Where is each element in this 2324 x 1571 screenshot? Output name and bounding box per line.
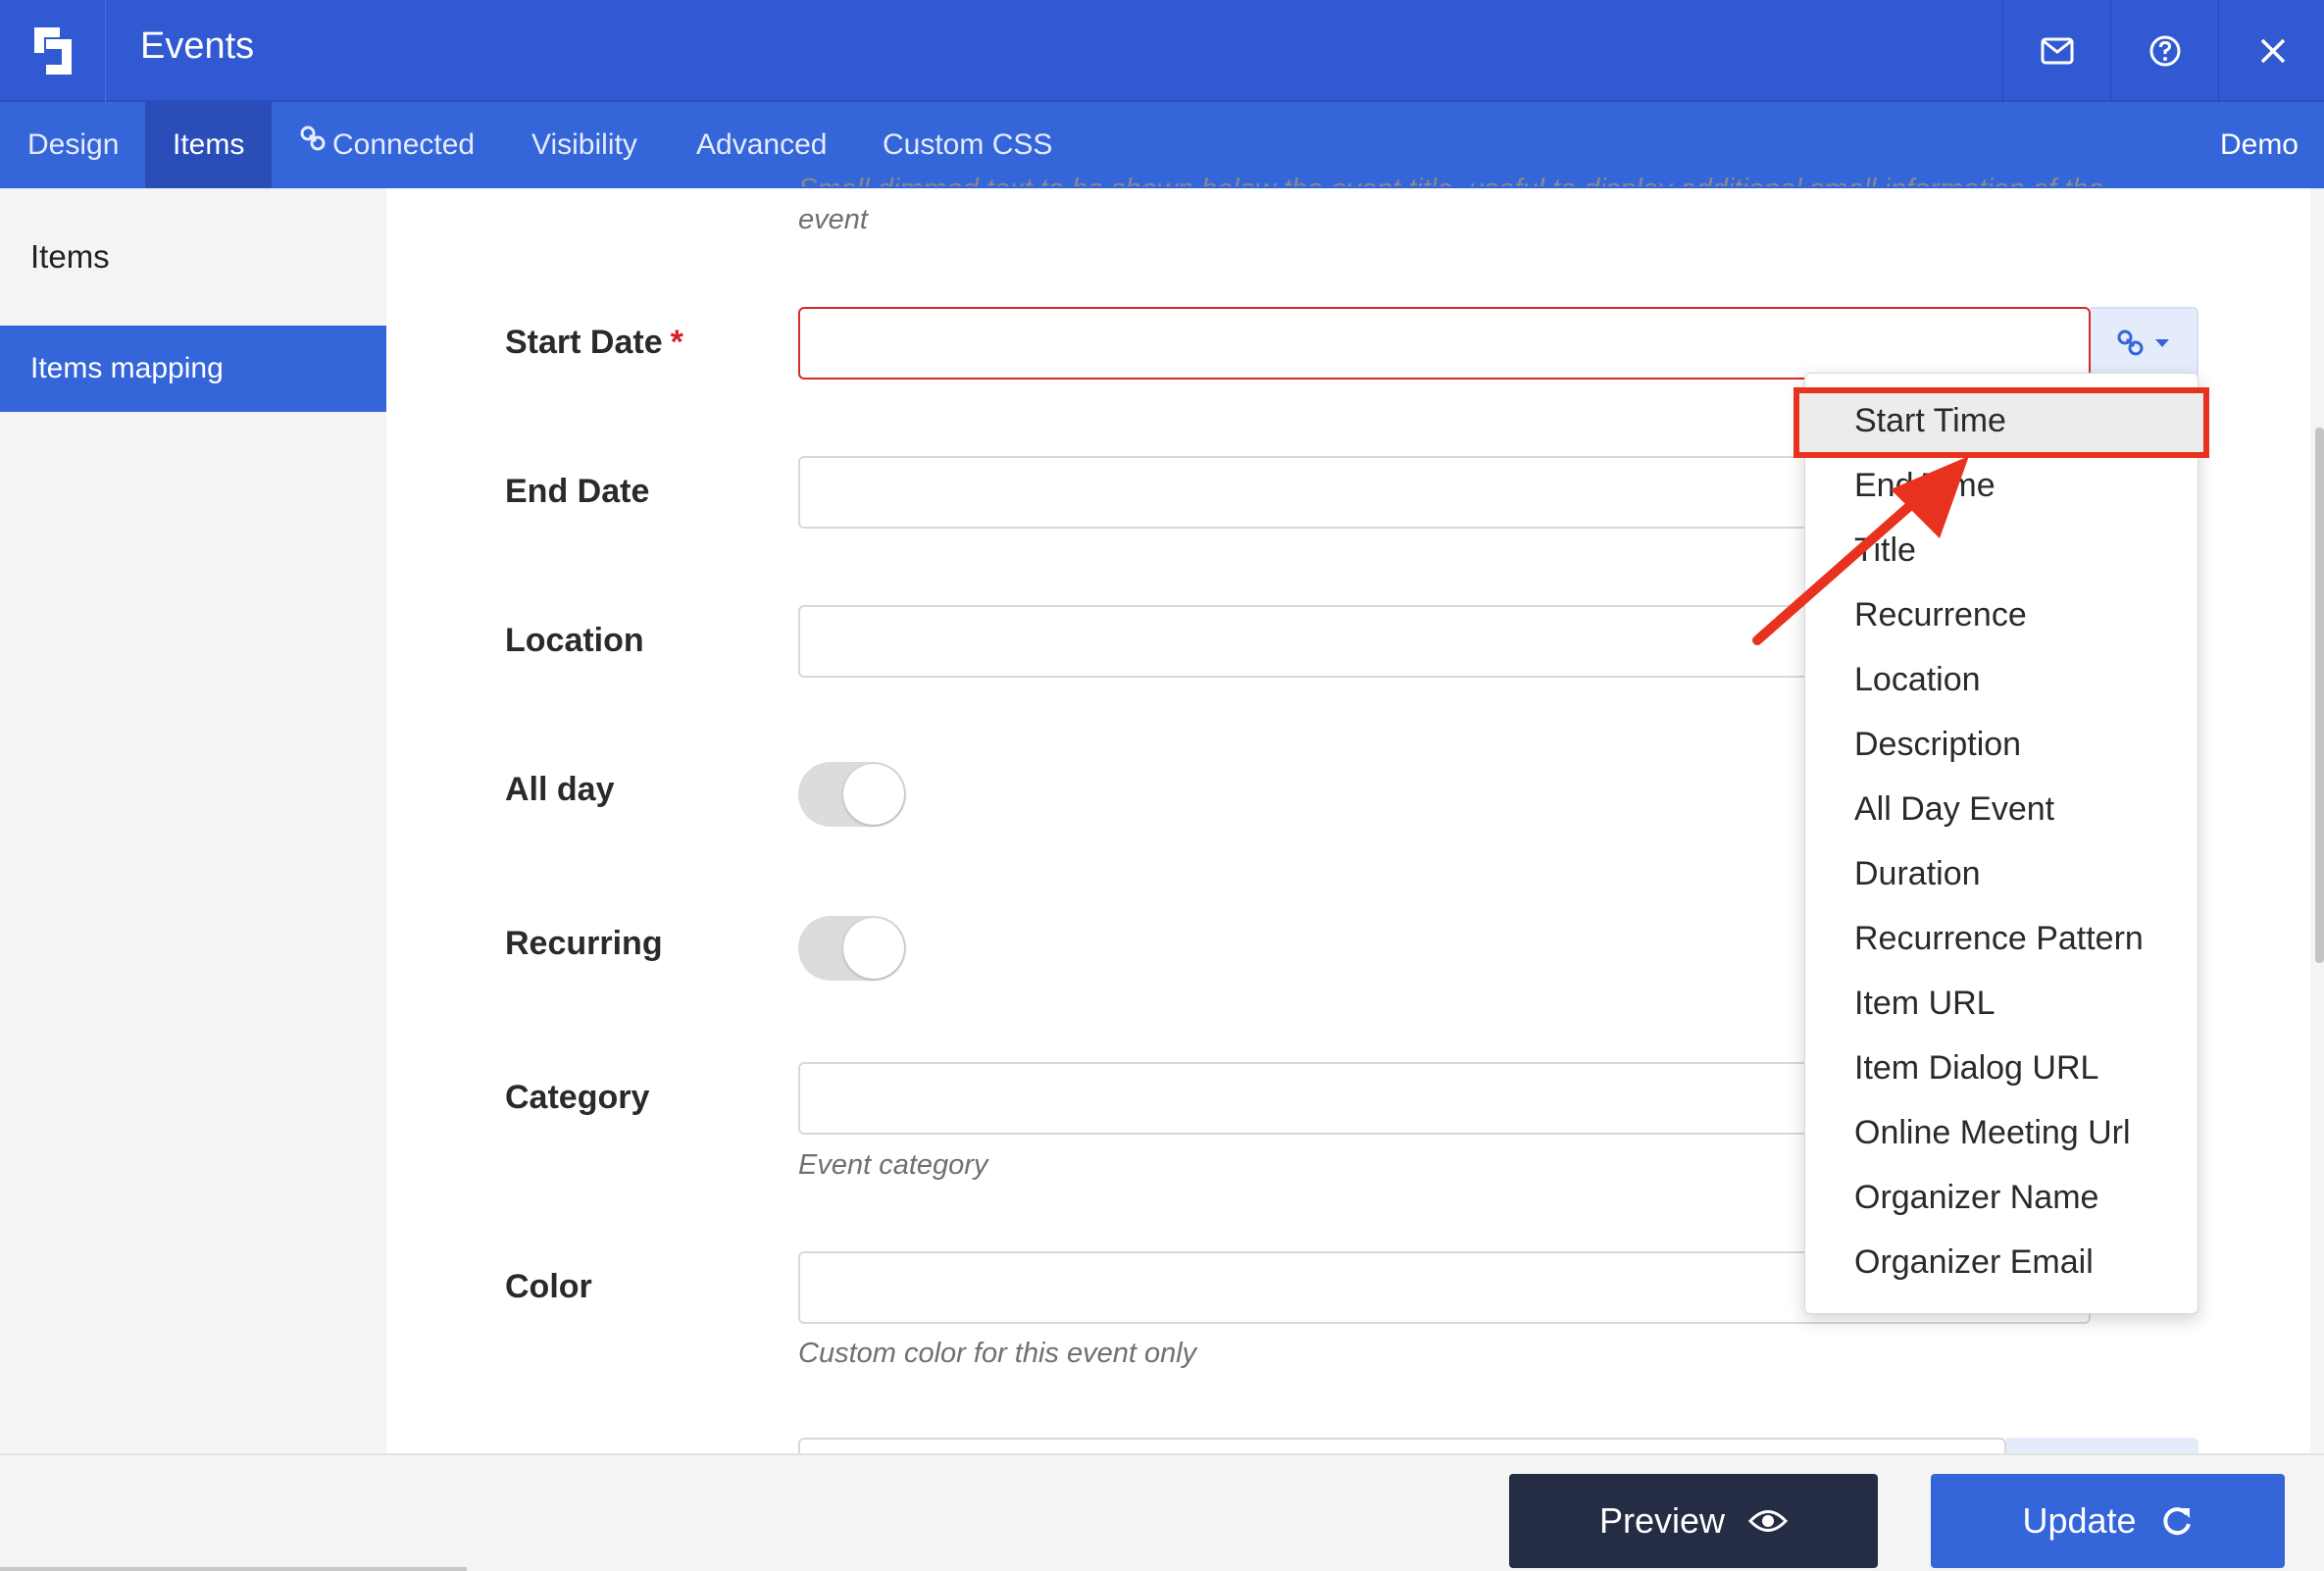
dropdown-item-start-time[interactable]: Start Time	[1854, 402, 2006, 440]
dropdown-item-item-url[interactable]: Item URL	[1854, 985, 1996, 1023]
tab-label: Advanced	[696, 128, 828, 161]
category-label: Category	[505, 1079, 650, 1116]
dropdown-item-recurrence-pattern[interactable]: Recurrence Pattern	[1854, 920, 2144, 958]
help-icon	[2149, 35, 2180, 67]
dropdown-item-item-dialog-url[interactable]: Item Dialog URL	[1854, 1049, 2098, 1088]
next-mapping-button[interactable]	[2006, 1438, 2198, 1453]
color-hint: Custom color for this event only	[798, 1338, 1197, 1369]
update-button[interactable]: Update	[1931, 1474, 2285, 1568]
caret-down-icon	[2155, 339, 2169, 347]
sidebar-item-label: Items	[30, 238, 110, 275]
dropdown-item-organizer-email[interactable]: Organizer Email	[1854, 1243, 2094, 1282]
update-button-label: Update	[2022, 1500, 2137, 1541]
link-icon	[299, 100, 327, 186]
field-hint: event	[798, 204, 868, 235]
color-label: Color	[505, 1268, 592, 1305]
dropdown-item-description[interactable]: Description	[1854, 726, 2021, 764]
tab-visibility[interactable]: Visibility	[504, 102, 665, 188]
eye-icon	[1748, 1510, 1789, 1532]
tab-label: Visibility	[531, 128, 637, 161]
tab-design[interactable]: Design	[0, 102, 146, 188]
dropdown-item-online-meeting-url[interactable]: Online Meeting Url	[1854, 1114, 2131, 1152]
title-bar: Events	[0, 0, 2324, 102]
category-hint: Event category	[798, 1149, 988, 1181]
scrollbar-thumb[interactable]	[2315, 428, 2324, 963]
tab-label: Connected	[332, 128, 476, 161]
sidebar-item-items[interactable]: Items	[0, 214, 386, 300]
preview-button-label: Preview	[1598, 1500, 1726, 1541]
demo-label[interactable]: Demo	[2220, 102, 2299, 188]
link-icon	[2117, 329, 2144, 356]
field-hint-cut: Small dimmed text to be shown below the …	[798, 165, 2103, 186]
preview-button[interactable]: Preview	[1509, 1474, 1878, 1568]
tab-label: Custom CSS	[883, 128, 1053, 161]
sidebar: Items Items mapping	[0, 188, 386, 1453]
close-button[interactable]	[2218, 0, 2324, 102]
toggle-knob	[843, 764, 904, 825]
tab-label: Design	[27, 128, 120, 161]
start-date-input[interactable]	[798, 307, 2091, 380]
sidebar-item-items-mapping[interactable]: Items mapping	[0, 326, 386, 412]
sidebar-item-label: Items mapping	[30, 352, 224, 384]
toggle-knob	[843, 918, 904, 979]
location-label: Location	[505, 622, 644, 659]
all-day-toggle[interactable]	[798, 762, 906, 827]
start-date-mapping-button[interactable]	[2091, 307, 2198, 380]
help-button[interactable]	[2110, 0, 2218, 102]
dropdown-item-duration[interactable]: Duration	[1854, 855, 1981, 893]
bottom-scroll-indicator	[0, 1567, 467, 1571]
mail-button[interactable]	[2002, 0, 2110, 102]
annotation-arrow-icon	[1752, 456, 1969, 645]
end-date-label: End Date	[505, 473, 650, 510]
close-icon	[2260, 38, 2285, 64]
refresh-icon	[2162, 1507, 2191, 1536]
app-title: Events	[140, 25, 255, 67]
dropdown-item-organizer-name[interactable]: Organizer Name	[1854, 1179, 2098, 1217]
dropdown-item-location[interactable]: Location	[1854, 661, 1981, 699]
recurring-toggle[interactable]	[798, 916, 906, 981]
recurring-label: Recurring	[505, 925, 663, 962]
next-input[interactable]	[798, 1438, 2006, 1453]
mail-icon	[2041, 37, 2073, 65]
tab-label: Items	[173, 128, 245, 161]
app-logo	[0, 0, 106, 102]
required-mark: *	[670, 324, 683, 361]
logo-icon	[33, 27, 72, 75]
tab-items[interactable]: Items	[145, 102, 272, 188]
tab-connected[interactable]: Connected	[272, 102, 502, 188]
dropdown-item-all-day-event[interactable]: All Day Event	[1854, 790, 2054, 829]
all-day-label: All day	[505, 771, 615, 808]
start-date-label: Start Date *	[505, 324, 683, 361]
